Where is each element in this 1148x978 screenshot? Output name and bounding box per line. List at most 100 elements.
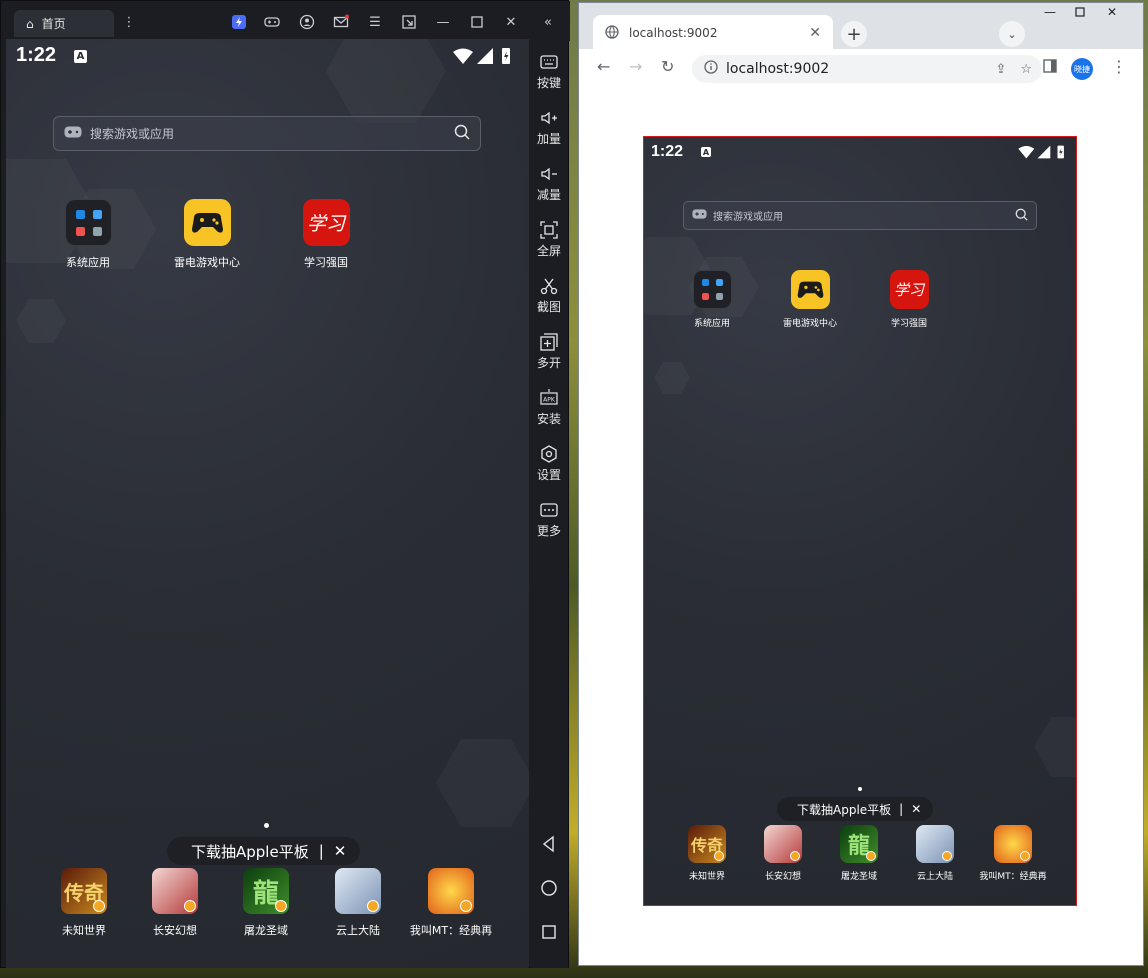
settings-icon xyxy=(540,445,558,463)
app-label: 学习强国 xyxy=(304,256,348,269)
close-icon[interactable]: ✕ xyxy=(334,842,347,860)
dock-label: 未知世界 xyxy=(688,872,725,882)
sidebar-volume-up[interactable]: 加量 xyxy=(530,109,568,147)
promo-separator: | xyxy=(899,802,904,816)
sidebar-volume-down[interactable]: 减量 xyxy=(530,165,568,203)
collapse-sidebar-icon[interactable]: « xyxy=(539,13,557,31)
share-icon[interactable]: ⇪ xyxy=(995,62,1006,77)
dock-label: 我叫MT：经典再 xyxy=(979,872,1047,882)
profile-avatar[interactable]: 晓捷 xyxy=(1071,58,1093,80)
dock-app-yunshang[interactable]: 云上大陆 xyxy=(313,868,403,938)
sidebar-label: 安装 xyxy=(536,412,561,426)
game-icon: 传奇 xyxy=(61,868,107,914)
sidebar-install-apk[interactable]: APK 安装 xyxy=(530,389,568,427)
dock-label: 未知世界 xyxy=(62,924,106,937)
search-input[interactable]: 搜索游戏或应用 xyxy=(683,201,1037,230)
back-nav-icon[interactable] xyxy=(540,835,558,853)
tab-close-icon[interactable]: ✕ xyxy=(809,25,821,41)
dock-app-weizhi[interactable]: 传奇 未知世界 xyxy=(671,825,743,882)
popout-icon[interactable] xyxy=(400,13,418,31)
address-bar[interactable]: localhost:9002 ⇪ ☆ xyxy=(692,55,1042,83)
browser-menu-icon[interactable]: ⋮ xyxy=(1111,57,1127,76)
dock-app-weizhi[interactable]: 传奇 未知世界 xyxy=(39,868,129,938)
search-icon[interactable] xyxy=(1015,208,1028,224)
ldplayer-game-center-icon xyxy=(183,199,231,246)
svg-text:APK: APK xyxy=(543,397,556,404)
sidebar-screenshot[interactable]: 截图 xyxy=(530,277,568,315)
boost-icon[interactable] xyxy=(230,13,248,31)
home-tab[interactable]: ⌂ 首页 xyxy=(14,10,114,37)
dock-label: 长安幻想 xyxy=(153,924,197,937)
dock-label: 云上大陆 xyxy=(916,872,953,882)
dock-label: 长安幻想 xyxy=(764,872,801,882)
browser-tab[interactable]: localhost:9002 ✕ xyxy=(593,15,833,51)
gamepad-icon[interactable] xyxy=(263,13,281,31)
sidebar-fullscreen[interactable]: 全屏 xyxy=(530,221,568,259)
promo-text: 下载抽Apple平板 xyxy=(191,842,309,861)
sidebar-label: 截图 xyxy=(536,300,561,314)
status-icons xyxy=(453,48,510,64)
dock-app-woji[interactable]: 我叫MT：经典再 xyxy=(972,825,1054,882)
app-xuexi[interactable]: 学习 学习强国 xyxy=(281,199,371,270)
app-xuexi[interactable]: 学习 学习强国 xyxy=(869,270,949,329)
maximize-icon[interactable] xyxy=(1065,3,1095,21)
minimize-icon[interactable]: — xyxy=(1035,3,1065,21)
app-game-center[interactable]: 雷电游戏中心 xyxy=(162,199,252,270)
bookmark-star-icon[interactable]: ☆ xyxy=(1020,62,1032,77)
dock-label: 屠龙圣域 xyxy=(840,872,877,882)
app-game-center[interactable]: 雷电游戏中心 xyxy=(770,270,850,329)
dock-app-changan[interactable]: 长安幻想 xyxy=(130,868,220,938)
bg-hexagon xyxy=(326,39,446,123)
multi-instance-icon xyxy=(540,333,558,351)
sidebar-more[interactable]: 更多 xyxy=(530,501,568,539)
browser-toolbar: ← → ↻ localhost:9002 ⇪ ☆ 晓捷 ⋮ xyxy=(579,49,1143,87)
close-icon[interactable]: ✕ xyxy=(911,802,921,816)
dock-app-yunshang[interactable]: 云上大陆 xyxy=(899,825,971,882)
new-tab-button[interactable]: + xyxy=(841,21,867,47)
sidebar-keymap[interactable]: 按键 xyxy=(530,53,568,91)
tab-search-icon[interactable]: ⌄ xyxy=(999,21,1025,47)
apk-install-icon: APK xyxy=(540,389,558,407)
forward-icon[interactable]: → xyxy=(629,57,642,76)
minimize-icon[interactable]: — xyxy=(434,13,452,31)
close-icon[interactable]: ✕ xyxy=(502,13,520,31)
dock-app-changan[interactable]: 长安幻想 xyxy=(747,825,819,882)
promo-banner[interactable]: 下载抽Apple平板 | ✕ xyxy=(167,837,361,865)
tab-menu-icon[interactable]: ⋮ xyxy=(120,13,138,31)
search-input[interactable]: 搜索游戏或应用 xyxy=(53,116,481,151)
side-panel-icon[interactable] xyxy=(1043,58,1057,77)
emulator-sidebar: 按键 加量 减量 全屏 截图 多开 APK 安装 设置 更多 xyxy=(530,41,568,968)
volume-down-icon xyxy=(540,165,558,183)
dock-app-tulong[interactable]: 龍 屠龙圣域 xyxy=(823,825,895,882)
search-icon[interactable] xyxy=(454,124,470,143)
game-icon xyxy=(994,825,1032,863)
globe-icon xyxy=(605,24,619,42)
account-icon[interactable] xyxy=(298,13,316,31)
streamed-android-screen[interactable]: 1:22 A 搜索游戏或应用 系统应用 雷电游戏中心 学习 学习强国 下载抽Ap… xyxy=(643,136,1077,906)
close-icon[interactable]: ✕ xyxy=(1097,3,1127,21)
sidebar-multi-instance[interactable]: 多开 xyxy=(530,333,568,371)
volume-up-icon xyxy=(540,109,558,127)
notification-a-icon: A xyxy=(701,147,711,157)
recents-nav-icon[interactable] xyxy=(540,923,558,941)
reload-icon[interactable]: ↻ xyxy=(661,57,674,76)
mail-icon[interactable] xyxy=(332,13,350,31)
site-info-icon[interactable] xyxy=(704,60,718,78)
sidebar-settings[interactable]: 设置 xyxy=(530,445,568,483)
promo-separator: | xyxy=(318,842,324,860)
promo-banner[interactable]: 下载抽Apple平板 | ✕ xyxy=(777,797,934,821)
game-icon: 传奇 xyxy=(688,825,726,863)
home-nav-icon[interactable] xyxy=(540,879,558,897)
dock-app-tulong[interactable]: 龍 屠龙圣域 xyxy=(221,868,311,938)
emulator-window: ⌂ 首页 ⋮ ☰ — ✕ « 1:22 A 搜索游戏或应用 系统应用 雷电游戏中… xyxy=(0,0,570,968)
menu-icon[interactable]: ☰ xyxy=(366,13,384,31)
app-system-apps[interactable]: 系统应用 xyxy=(43,199,133,270)
game-icon xyxy=(152,868,198,914)
maximize-icon[interactable] xyxy=(468,13,486,31)
bg-hexagon xyxy=(436,739,529,827)
game-icon xyxy=(428,868,474,914)
dock-app-woji[interactable]: 我叫MT：经典再 xyxy=(404,868,498,938)
back-icon[interactable]: ← xyxy=(597,57,610,76)
app-system-apps[interactable]: 系统应用 xyxy=(672,270,752,329)
gamepad-icon xyxy=(692,209,707,222)
